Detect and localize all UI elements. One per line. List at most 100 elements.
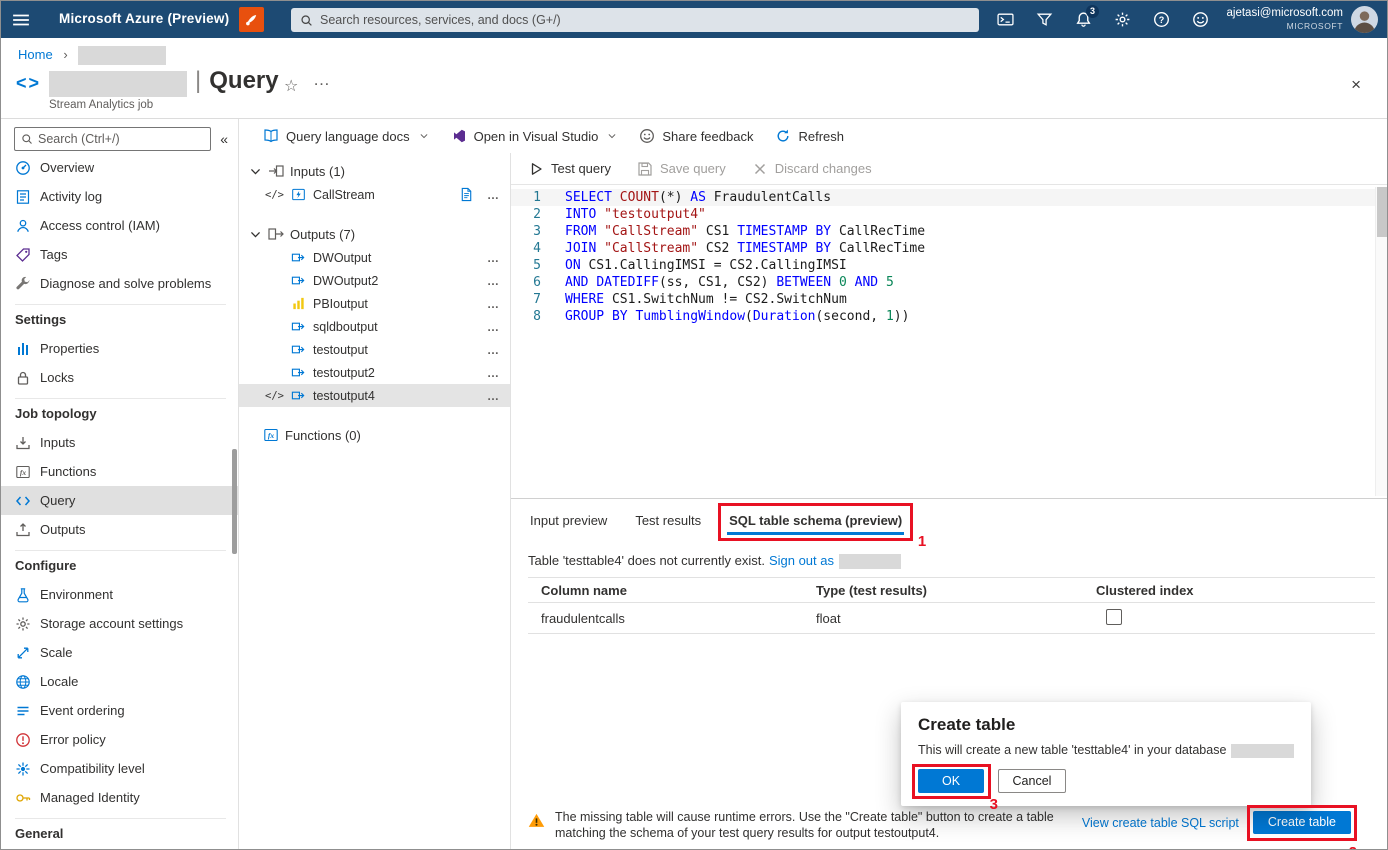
more-options-button[interactable]: …	[487, 320, 500, 334]
more-options-icon[interactable]: …	[313, 70, 331, 90]
more-options-button[interactable]: …	[487, 274, 500, 288]
sidebar-item-diagnose-and-solve-problems[interactable]: Diagnose and solve problems	[1, 269, 238, 298]
notifications-icon[interactable]: 3	[1075, 11, 1092, 28]
cloud-shell-icon[interactable]	[997, 11, 1014, 28]
sign-out-link[interactable]: Sign out as	[769, 553, 834, 568]
sidebar-item-query[interactable]: Query	[1, 486, 238, 515]
sidebar-item-tags[interactable]: Tags	[1, 240, 238, 269]
feedback-icon[interactable]	[1192, 11, 1209, 28]
tree-group-outputs-7: Outputs (7)DWOutput…DWOutput2…PBIoutput……	[239, 222, 510, 407]
create-table-button[interactable]: Create table	[1253, 811, 1351, 834]
editor-line[interactable]: 4JOIN "CallStream" CS2 TIMESTAMP BY Call…	[511, 240, 1387, 257]
tab-test-results[interactable]: Test results	[633, 506, 703, 537]
sidebar-item-event-ordering[interactable]: Event ordering	[1, 696, 238, 725]
sidebar-search-input[interactable]	[38, 132, 204, 146]
sidebar-item-compatibility-level[interactable]: Compatibility level	[1, 754, 238, 783]
sidebar-item-environment[interactable]: Environment	[1, 580, 238, 609]
more-options-button[interactable]: …	[487, 389, 500, 403]
tab-sql-table-schema-preview[interactable]: SQL table schema (preview)1	[727, 506, 904, 537]
tree-item-callstream[interactable]: </>CallStream…	[239, 183, 510, 206]
sidebar-item-error-policy[interactable]: Error policy	[1, 725, 238, 754]
more-options-button[interactable]: …	[487, 343, 500, 357]
account-info[interactable]: ajetasi@microsoft.com MICROSOFT	[1227, 6, 1343, 32]
tree-group-row-functions-0[interactable]: fxFunctions (0)	[239, 423, 510, 447]
tab-input-preview[interactable]: Input preview	[528, 506, 609, 537]
sidebar-item-locks[interactable]: Locks	[1, 363, 238, 392]
editor-code-text: INTO "testoutput4"	[565, 206, 706, 223]
svg-text:?: ?	[1159, 15, 1165, 25]
directory-filter-icon[interactable]	[1036, 11, 1053, 28]
editor-scrollbar-thumb[interactable]	[1377, 187, 1387, 237]
tree-item-testoutput[interactable]: testoutput…	[239, 338, 510, 361]
editor-line[interactable]: 1SELECT COUNT(*) AS FraudulentCalls	[511, 189, 1387, 206]
editor-line[interactable]: 8GROUP BY TumblingWindow(Duration(second…	[511, 308, 1387, 325]
help-icon[interactable]: ?	[1153, 11, 1170, 28]
sidebar-scrollbar-thumb[interactable]	[232, 449, 237, 554]
editor-scrollbar[interactable]	[1375, 187, 1387, 496]
close-blade-icon[interactable]: ×	[1351, 75, 1361, 95]
tree-item-testoutput2[interactable]: testoutput2 …	[239, 361, 510, 384]
collapse-menu-button[interactable]: «	[220, 131, 228, 147]
breadcrumb-home-link[interactable]: Home	[18, 47, 53, 62]
sidebar-item-scale[interactable]: Scale	[1, 638, 238, 667]
sidebar-item-label: Environment	[40, 587, 113, 602]
global-search-input[interactable]	[320, 13, 970, 27]
avatar[interactable]	[1351, 6, 1378, 33]
save-icon	[637, 161, 653, 177]
toolbar-share-feedback[interactable]: Share feedback	[639, 128, 753, 144]
settings-gear-icon[interactable]	[1114, 11, 1131, 28]
editor-code-text: WHERE CS1.SwitchNum != CS2.SwitchNum	[565, 291, 847, 308]
view-create-table-sql-link[interactable]: View create table SQL script	[1082, 816, 1239, 830]
sidebar-item-activity-log[interactable]: Activity log	[1, 182, 238, 211]
tree-item-dwoutput2[interactable]: DWOutput2…	[239, 269, 510, 292]
query-code-editor[interactable]: 1SELECT COUNT(*) AS FraudulentCalls2INTO…	[511, 185, 1387, 498]
tree-item-pbioutput[interactable]: PBIoutput …	[239, 292, 510, 315]
toolbar-open-in-visual-studio[interactable]: Open in Visual Studio	[451, 128, 618, 144]
tree-item-label: DWOutput	[313, 251, 371, 265]
sidebar-item-functions[interactable]: fxFunctions	[1, 457, 238, 486]
toolbar-refresh[interactable]: Refresh	[775, 128, 844, 144]
editor-line-number: 7	[511, 291, 557, 308]
querybar-save-query[interactable]: Save query	[637, 161, 726, 177]
breadcrumb-separator: ›	[63, 47, 67, 62]
tree-item-label: testoutput2	[313, 366, 375, 380]
hamburger-menu-icon[interactable]	[12, 11, 30, 28]
sidebar-item-overview[interactable]: Overview	[1, 153, 238, 182]
editor-line[interactable]: 6AND DATEDIFF(ss, CS1, CS2) BETWEEN 0 AN…	[511, 274, 1387, 291]
more-options-button[interactable]: …	[487, 366, 500, 380]
sidebar-item-locale[interactable]: Locale	[1, 667, 238, 696]
editor-line[interactable]: 3FROM "CallStream" CS1 TIMESTAMP BY Call…	[511, 223, 1387, 240]
global-search[interactable]	[291, 8, 979, 32]
tree-item-dwoutput[interactable]: DWOutput …	[239, 246, 510, 269]
sidebar-item-outputs[interactable]: Outputs	[1, 515, 238, 544]
querybar-test-query[interactable]: Test query	[528, 161, 611, 177]
editor-line-number: 4	[511, 240, 557, 257]
more-options-button[interactable]: …	[487, 297, 500, 311]
tree-group-row-outputs-7[interactable]: Outputs (7)	[239, 222, 510, 246]
sidebar-item-inputs[interactable]: Inputs	[1, 428, 238, 457]
more-options-button[interactable]: …	[487, 251, 500, 265]
toolbar-query-language-docs[interactable]: Query language docs	[263, 128, 429, 144]
sidebar-item-label: Query	[40, 493, 75, 508]
sidebar-item-storage-account-settings[interactable]: Storage account settings	[1, 609, 238, 638]
querybar-discard-changes[interactable]: Discard changes	[752, 161, 872, 177]
sidebar-item-properties[interactable]: Properties	[1, 334, 238, 363]
favorite-star-icon[interactable]: ☆	[284, 76, 298, 96]
tree-group-row-inputs-1[interactable]: Inputs (1)	[239, 159, 510, 183]
portal-title: Microsoft Azure (Preview)	[59, 11, 229, 26]
tree-item-sqldboutput[interactable]: sqldboutput…	[239, 315, 510, 338]
sidebar-item-access-control-iam[interactable]: Access control (IAM)	[1, 211, 238, 240]
ok-button[interactable]: OK	[918, 769, 984, 793]
tree-item-label: PBIoutput	[313, 297, 368, 311]
clustered-index-checkbox[interactable]	[1106, 609, 1122, 625]
app-tile-icon[interactable]	[239, 7, 264, 32]
open-in-editor-marker: </>	[265, 390, 284, 402]
cancel-button[interactable]: Cancel	[998, 769, 1066, 793]
tree-item-testoutput4[interactable]: </>testoutput4…	[239, 384, 510, 407]
locks-icon	[15, 370, 31, 386]
editor-line[interactable]: 2INTO "testoutput4"	[511, 206, 1387, 223]
more-options-button[interactable]: …	[487, 188, 500, 202]
editor-line[interactable]: 5ON CS1.CallingIMSI = CS2.CallingIMSI	[511, 257, 1387, 274]
sidebar-item-managed-identity[interactable]: Managed Identity	[1, 783, 238, 812]
editor-line[interactable]: 7 WHERE CS1.SwitchNum != CS2.SwitchNum	[511, 291, 1387, 308]
